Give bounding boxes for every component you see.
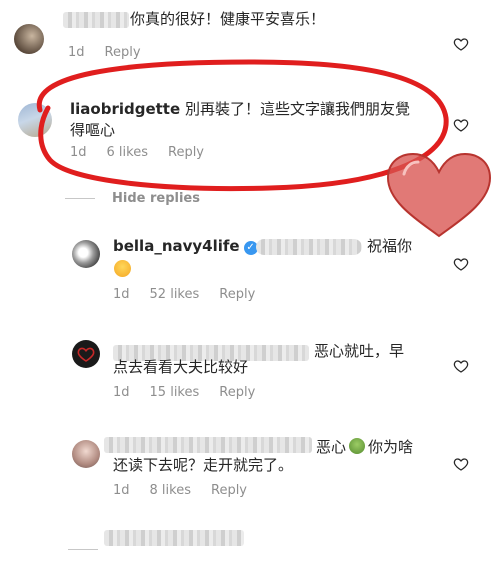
- red-circle-annotation: [36, 59, 449, 192]
- heart-sticker-icon: [386, 152, 492, 238]
